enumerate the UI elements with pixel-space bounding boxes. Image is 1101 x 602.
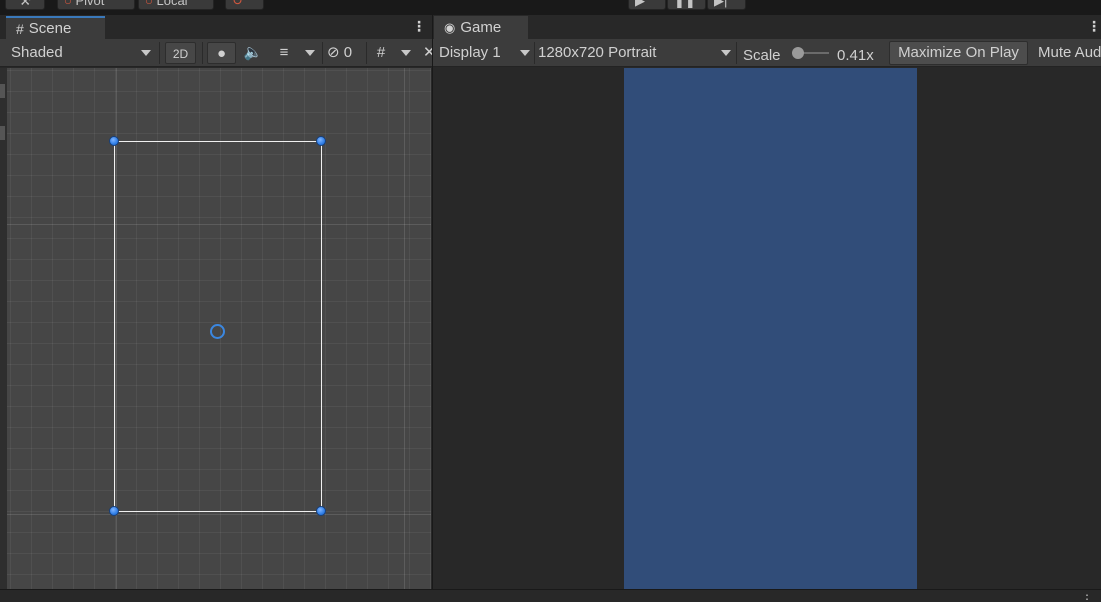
2d-toggle-button[interactable]: 2D (165, 42, 196, 64)
local-button[interactable]: ○ Local (138, 0, 214, 10)
game-window: ◉ Game ⋮ Display 1 1280x720 Portrait Sca… (433, 15, 1101, 589)
pivot-handle[interactable] (210, 324, 225, 339)
grid-snap-icon[interactable]: # (370, 42, 392, 64)
chevron-down-icon (141, 50, 151, 56)
scale-value: 0.41x (837, 47, 874, 64)
scene-menu-icon[interactable]: ⋮ (412, 19, 426, 33)
play-icon[interactable]: ▶ (628, 0, 666, 10)
scene-window: # Scene ⋮ Shaded 2D ● 🔈 ≡ ⊘ 0 # ✕ (0, 15, 432, 589)
scale-slider-handle[interactable] (792, 47, 804, 59)
snap-icon[interactable]: ↻ (225, 0, 264, 10)
pause-icon[interactable]: ❚❚ (667, 0, 706, 10)
step-icon[interactable]: ▶| (707, 0, 746, 10)
hidden-objects-toggle[interactable]: ⊘ 0 (327, 42, 362, 64)
grid-icon: # (16, 20, 24, 37)
lightbulb-icon[interactable]: ● (207, 42, 236, 64)
bottom-menu-icon[interactable]: ⋮ (1081, 592, 1093, 602)
chevron-down-icon (721, 50, 731, 56)
scene-left-gutter (0, 68, 7, 589)
display-value: Display 1 (439, 44, 501, 61)
maximize-label: Maximize On Play (898, 44, 1019, 61)
scene-viewport[interactable] (7, 68, 431, 589)
resolution-dropdown[interactable]: 1280x720 Portrait (538, 42, 733, 64)
resolution-value: 1280x720 Portrait (538, 44, 657, 61)
mute-audio-button[interactable]: Mute Audio (1031, 42, 1101, 64)
tab-game[interactable]: ◉ Game (434, 16, 528, 39)
local-label: Local (156, 0, 188, 8)
tools-overflow-icon[interactable]: ✕ (423, 42, 432, 64)
game-menu-icon[interactable]: ⋮ (1087, 19, 1101, 33)
mute-label: Mute Audio (1038, 44, 1101, 61)
resize-handle-bottom-left[interactable] (109, 506, 119, 516)
chevron-down-icon (305, 50, 315, 57)
pivot-label: Pivot (75, 0, 105, 8)
game-render-canvas (624, 68, 917, 589)
game-viewport[interactable] (433, 68, 1101, 589)
resize-handle-bottom-right[interactable] (316, 506, 326, 516)
resize-handle-top-left[interactable] (109, 136, 119, 146)
speaker-icon[interactable]: 🔈 (240, 42, 266, 64)
draw-mode-dropdown[interactable]: Shaded (4, 42, 154, 64)
scene-toolbar: Shaded 2D ● 🔈 ≡ ⊘ 0 # ✕ (0, 39, 432, 67)
maximize-on-play-button[interactable]: Maximize On Play (889, 41, 1028, 65)
game-toolbar: Display 1 1280x720 Portrait Scale 0.41x … (433, 39, 1101, 67)
game-tab-strip: ◉ Game ⋮ (433, 15, 1101, 39)
gamepad-icon: ◉ (444, 19, 456, 35)
draw-mode-value: Shaded (11, 44, 63, 61)
resize-handle-top-right[interactable] (316, 136, 326, 146)
grid-dropdown[interactable] (396, 42, 416, 64)
display-dropdown[interactable]: Display 1 (439, 42, 532, 64)
scene-tab-label: Scene (28, 19, 72, 37)
hidden-count: 0 (343, 44, 353, 61)
game-tab-label: Game (460, 18, 502, 36)
effects-icon[interactable]: ≡ (271, 42, 297, 64)
bottom-panel-strip: ⋮ (0, 589, 1101, 602)
chevron-down-icon (520, 50, 530, 56)
effects-dropdown[interactable] (300, 42, 320, 64)
pivot-button[interactable]: ○ Pivot (57, 0, 135, 10)
2d-label: 2D (172, 47, 189, 61)
eye-hidden-icon: ⊘ (327, 44, 340, 61)
scale-label: Scale (743, 47, 781, 64)
main-toolbar: ⚒ ○ Pivot ○ Local ↻ ▶ ❚❚ ▶| (0, 0, 1101, 14)
scene-tab-strip: # Scene ⋮ (0, 15, 432, 39)
tools-icon[interactable]: ⚒ (5, 0, 45, 10)
tab-scene[interactable]: # Scene (6, 16, 105, 39)
chevron-down-icon (401, 50, 411, 57)
